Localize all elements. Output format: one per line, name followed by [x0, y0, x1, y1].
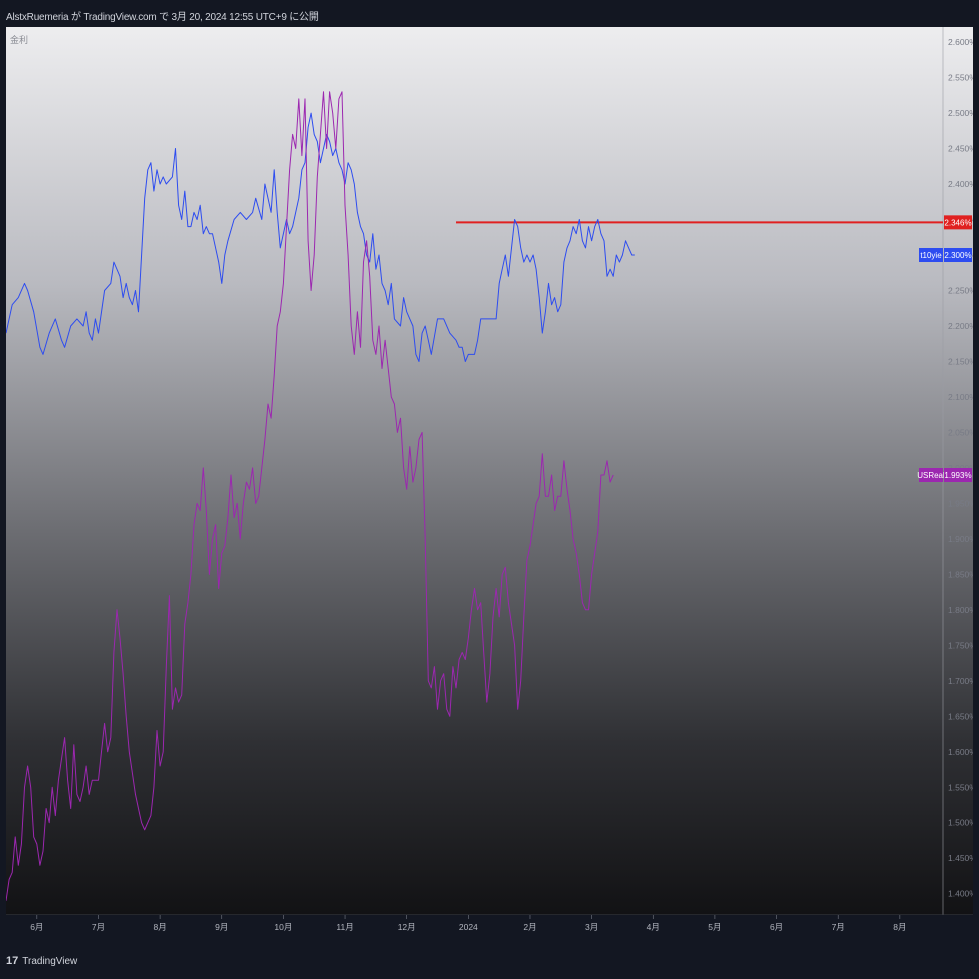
bottom-bar: [0, 944, 979, 979]
y-tick-label: 1.700%: [948, 676, 973, 686]
y-tick-label: 1.750%: [948, 640, 973, 650]
x-tick-label: 4月: [647, 922, 660, 932]
y-tick-label: 2.200%: [948, 321, 973, 331]
chart-panel[interactable]: 金利2.600%2.550%2.500%2.450%2.400%2.350%2.…: [6, 27, 973, 944]
series-line-t10yie: [6, 112, 635, 362]
series-name-label: USReal: [917, 471, 945, 480]
pane-label: 金利: [10, 34, 28, 45]
y-tick-label: 1.600%: [948, 747, 973, 757]
y-tick-label: 1.950%: [948, 498, 973, 508]
y-tick-label: 1.500%: [948, 818, 973, 828]
y-tick-label: 2.150%: [948, 356, 973, 366]
x-tick-label: 5月: [708, 922, 721, 932]
y-tick-label: 2.250%: [948, 285, 973, 295]
x-tick-label: 12月: [398, 922, 416, 932]
series-name-label: t10yie: [920, 251, 942, 260]
x-tick-label: 6月: [30, 922, 43, 932]
top-bar: AlstxRuemeria が TradingView.com で 3月 20,…: [0, 0, 979, 27]
x-tick-label: 10月: [274, 922, 292, 932]
x-tick-label: 2024: [459, 922, 478, 932]
tradingview-brand[interactable]: 17 TradingView: [6, 955, 77, 967]
x-tick-label: 3月: [585, 922, 598, 932]
y-tick-label: 2.550%: [948, 73, 973, 83]
y-tick-label: 2.100%: [948, 392, 973, 402]
y-tick-label: 1.800%: [948, 605, 973, 615]
y-tick-label: 2.400%: [948, 179, 973, 189]
y-tick-label: 1.550%: [948, 782, 973, 792]
y-tick-label: 1.450%: [948, 853, 973, 863]
x-tick-label: 9月: [215, 922, 228, 932]
y-tick-label: 2.450%: [948, 144, 973, 154]
x-tick-label: 7月: [92, 922, 105, 932]
y-tick-label: 2.500%: [948, 108, 973, 118]
x-tick-label: 8月: [153, 922, 166, 932]
series-value-label: 1.993%: [944, 471, 971, 480]
x-tick-label: 6月: [770, 922, 783, 932]
y-tick-label: 1.900%: [948, 534, 973, 544]
series-value-label: 2.300%: [944, 251, 971, 260]
x-tick-label: 11月: [336, 922, 353, 932]
chart-canvas[interactable]: 金利2.600%2.550%2.500%2.450%2.400%2.350%2.…: [6, 27, 973, 944]
horizontal-level-label: 2.346%: [944, 218, 971, 227]
y-tick-label: 2.050%: [948, 427, 973, 437]
y-tick-label: 1.850%: [948, 569, 973, 579]
x-tick-label: 2月: [523, 922, 536, 932]
x-tick-label: 7月: [832, 922, 845, 932]
y-tick-label: 2.600%: [948, 37, 973, 47]
publish-info: AlstxRuemeria が TradingView.com で 3月 20,…: [6, 12, 319, 23]
brand-label: TradingView: [22, 955, 78, 967]
tradingview-logo-icon: 17: [6, 955, 19, 967]
x-tick-label: 8月: [893, 922, 906, 932]
series-line-usreal: [6, 91, 614, 901]
y-tick-label: 1.650%: [948, 711, 973, 721]
time-axis-background: [6, 915, 973, 944]
y-tick-label: 1.400%: [948, 889, 973, 899]
